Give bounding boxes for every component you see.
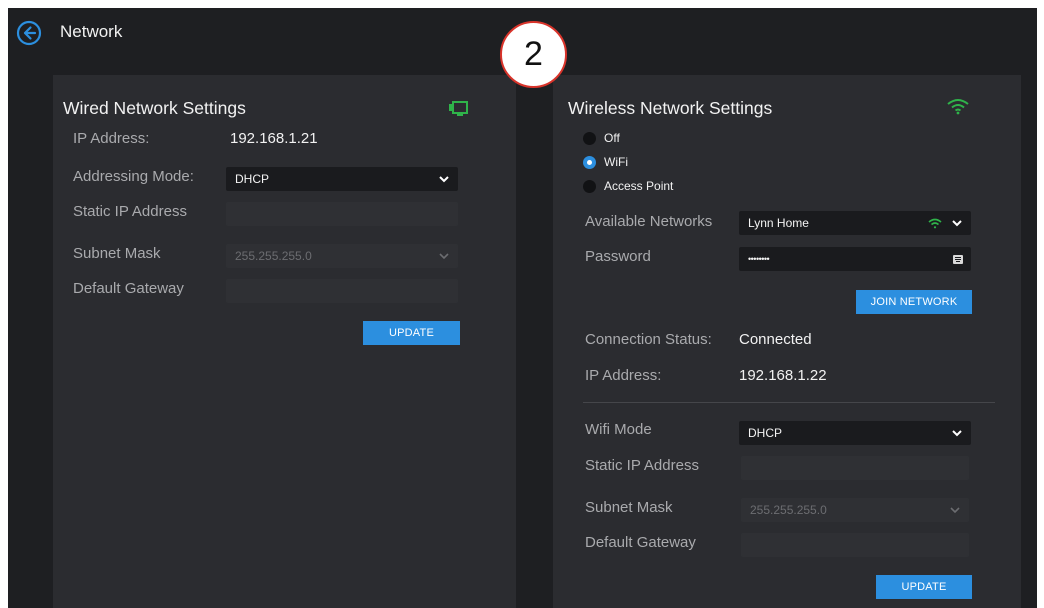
wireless-gateway-input[interactable] [741, 533, 969, 557]
wireless-gateway-label: Default Gateway [585, 534, 696, 551]
ethernet-monitor-icon [449, 101, 468, 116]
radio-wifi-button[interactable] [583, 155, 596, 169]
wireless-static-ip-label: Static IP Address [585, 457, 699, 474]
wired-subnet-value: 255.255.255.0 [235, 249, 312, 263]
network-name: Lynn Home [748, 216, 809, 230]
wired-panel-title: Wired Network Settings [63, 98, 246, 118]
wired-ip-value: 192.168.1.21 [230, 130, 318, 147]
radio-access-point-button[interactable] [583, 179, 596, 193]
wireless-subnet-label: Subnet Mask [585, 499, 673, 516]
wifi-mode-value: DHCP [748, 426, 783, 440]
radio-off-button[interactable] [583, 131, 596, 145]
back-button[interactable] [16, 20, 42, 46]
wifi-icon [947, 99, 969, 115]
wireless-static-ip-input[interactable] [741, 456, 969, 480]
wireless-subnet-select[interactable]: 255.255.255.0 [741, 498, 969, 522]
chevron-down-icon [952, 220, 962, 227]
wired-ip-label: IP Address: [73, 130, 150, 147]
chevron-down-icon [439, 253, 449, 260]
chevron-down-icon [952, 430, 962, 437]
wired-update-button[interactable]: UPDATE [363, 321, 460, 345]
wired-mode-label: Addressing Mode: [73, 168, 194, 185]
page-title: Network [60, 22, 123, 41]
wired-network-panel: Wired Network Settings IP Address: 192.1… [53, 75, 516, 608]
wired-subnet-label: Subnet Mask [73, 245, 161, 262]
keyboard-icon[interactable] [953, 255, 963, 264]
wired-gateway-input[interactable] [226, 279, 458, 303]
wireless-update-button[interactable]: UPDATE [876, 575, 972, 599]
wireless-ip-label: IP Address: [585, 367, 662, 384]
password-label: Password [585, 248, 651, 265]
wireless-subnet-value: 255.255.255.0 [750, 503, 827, 517]
wireless-ip-value: 192.168.1.22 [739, 367, 827, 384]
wifi-mode-label: Wifi Mode [585, 421, 652, 438]
chevron-down-icon [439, 176, 449, 183]
connection-status-label: Connection Status: [585, 331, 712, 348]
wired-addressing-mode-select[interactable]: DHCP [226, 167, 458, 191]
network-settings-screen: Network Wired Network Settings IP Addres… [8, 8, 1037, 608]
password-value: •••••••• [748, 254, 770, 264]
radio-wifi[interactable]: WiFi [583, 155, 628, 169]
password-input[interactable]: •••••••• [739, 247, 971, 271]
wifi-mode-select[interactable]: DHCP [739, 421, 971, 445]
wifi-signal-icon [928, 218, 942, 229]
radio-access-point[interactable]: Access Point [583, 179, 673, 193]
radio-off-label: Off [604, 131, 620, 145]
wired-mode-value: DHCP [235, 172, 270, 186]
wired-static-ip-label: Static IP Address [73, 203, 187, 220]
chevron-down-icon [950, 507, 960, 514]
radio-wifi-label: WiFi [604, 155, 628, 169]
wired-static-ip-input[interactable] [226, 202, 458, 226]
wired-subnet-select[interactable]: 255.255.255.0 [226, 244, 458, 268]
available-networks-select[interactable]: Lynn Home [739, 211, 971, 235]
connection-status-value: Connected [739, 331, 812, 348]
wireless-panel-title: Wireless Network Settings [568, 98, 773, 118]
wired-gateway-label: Default Gateway [73, 280, 184, 297]
available-networks-label: Available Networks [585, 213, 713, 230]
wireless-network-panel: Wireless Network Settings Off WiFi Acces… [553, 75, 1021, 608]
back-arrow-circle-icon [16, 20, 42, 46]
join-network-button[interactable]: JOIN NETWORK [856, 290, 972, 314]
step-number-badge: 2 [500, 21, 567, 88]
section-divider [583, 402, 995, 403]
radio-access-point-label: Access Point [604, 179, 674, 193]
radio-off[interactable]: Off [583, 131, 620, 145]
